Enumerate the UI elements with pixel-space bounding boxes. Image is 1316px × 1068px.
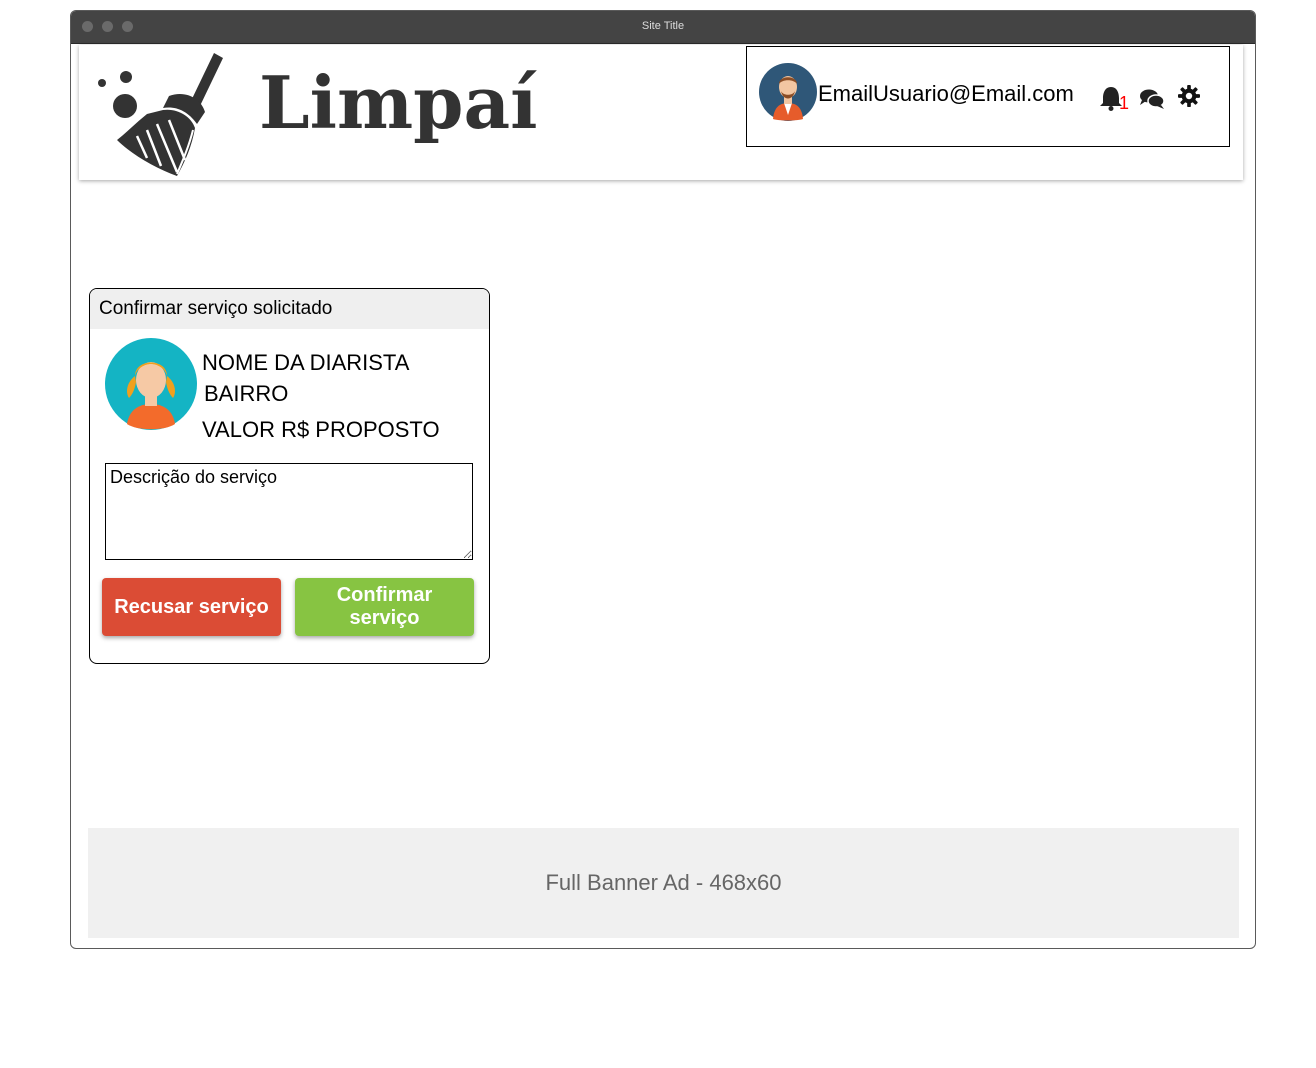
diarista-avatar (105, 338, 197, 430)
proposed-value: VALOR R$ PROPOSTO (202, 417, 440, 442)
user-email[interactable]: EmailUsuario@Email.com (818, 81, 1074, 107)
logo-text[interactable]: Limpaí (259, 67, 538, 139)
card-title: Confirmar serviço solicitado (99, 298, 333, 319)
diarista-name: NOME DA DIARISTA (202, 350, 410, 375)
banner-ad-label: Full Banner Ad - 468x60 (545, 870, 782, 895)
user-avatar[interactable] (759, 63, 817, 121)
card-header: Confirmar serviço solicitado (90, 289, 489, 329)
diarista-bairro: BAIRRO (204, 381, 289, 406)
confirm-service-card: Confirmar serviço solicitado NOME DA DIA… (89, 288, 490, 664)
service-description-field[interactable] (105, 463, 473, 560)
site-title: Site Title (641, 20, 685, 32)
broom-logo-icon[interactable] (97, 50, 229, 178)
confirm-service-button[interactable]: Confirmar serviço (295, 578, 474, 636)
title-bar: Site Title (71, 11, 1255, 44)
banner-ad[interactable]: Full Banner Ad - 468x60 (88, 828, 1239, 938)
reject-service-button[interactable]: Recusar serviço (102, 578, 281, 636)
gear-icon[interactable] (1178, 85, 1200, 107)
user-panel: EmailUsuario@Email.com 1 (746, 46, 1230, 147)
notification-count: 1 (1119, 93, 1130, 113)
site-header: Limpaí EmailUsuario@Email.com 1 (79, 45, 1243, 180)
browser-window: Site Title Limpaí EmailUsuario@Email.com… (70, 10, 1256, 949)
chat-icon[interactable] (1139, 88, 1165, 110)
